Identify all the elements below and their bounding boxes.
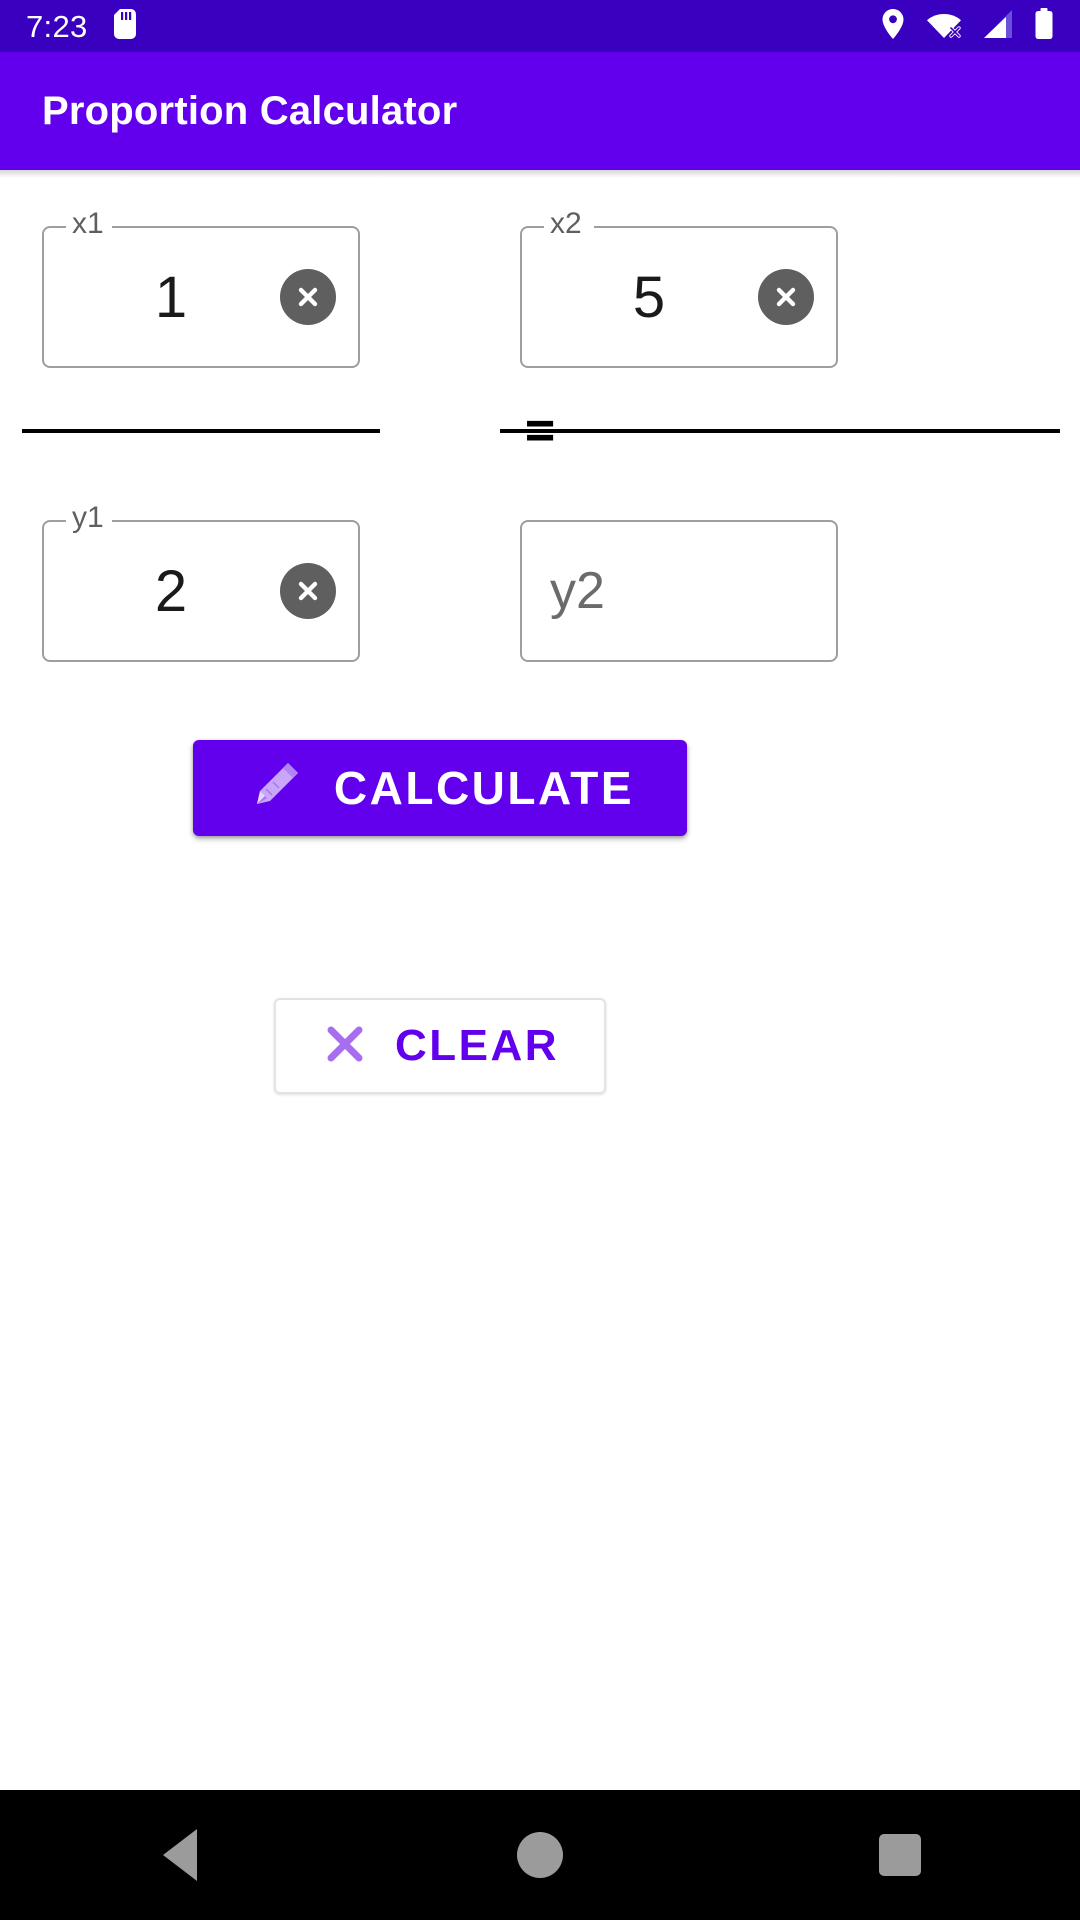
status-bar: 7:23 (0, 0, 1080, 52)
clear-button[interactable]: CLEAR (274, 998, 606, 1094)
x1-field[interactable]: x1 1 (42, 209, 360, 368)
numerator-row: x1 1 x2 5 (0, 178, 1080, 368)
recents-nav-icon[interactable] (840, 1790, 960, 1920)
pencil-icon (246, 757, 304, 820)
system-navigation-bar (0, 1790, 1080, 1920)
y1-field[interactable]: y1 2 (42, 503, 360, 662)
y1-clear-icon[interactable] (280, 563, 336, 619)
cross-icon (321, 1020, 369, 1073)
app-bar-shadow (0, 170, 1080, 178)
x2-field[interactable]: x2 5 (520, 209, 838, 368)
status-bar-system-icons (880, 7, 1054, 45)
y2-field[interactable]: y2 (520, 520, 838, 662)
x2-clear-icon[interactable] (758, 269, 814, 325)
clear-button-label: CLEAR (394, 1021, 560, 1070)
calculate-button[interactable]: CALCULATE (193, 740, 687, 836)
denominator-row: y1 2 y2 (0, 494, 1080, 684)
battery-full-icon (1034, 7, 1054, 45)
app-screen: 7:23 Proportion Calculator x1 1 x2 5 = y… (0, 0, 1080, 1920)
calculate-button-label: CALCULATE (333, 762, 635, 814)
home-nav-icon[interactable] (480, 1790, 600, 1920)
status-bar-notification-icons (113, 8, 136, 44)
location-pin-icon (880, 8, 906, 45)
wifi-off-icon (926, 9, 962, 44)
app-bar: Proportion Calculator (0, 52, 1080, 170)
right-fraction-bar (500, 429, 1060, 433)
cellular-signal-icon (982, 9, 1014, 44)
actions-area: CALCULATE CLEAR (0, 740, 1080, 1160)
back-nav-icon[interactable] (120, 1790, 240, 1920)
x1-clear-icon[interactable] (280, 269, 336, 325)
equation-divider-row: = (0, 396, 1080, 466)
main-content: x1 1 x2 5 = y1 2 y2 CALCULATE CLEAR (0, 178, 1080, 1160)
y2-field-placeholder: y2 (550, 562, 605, 620)
page-title: Proportion Calculator (42, 88, 458, 133)
sd-card-icon (113, 8, 136, 44)
status-bar-clock: 7:23 (26, 8, 88, 44)
